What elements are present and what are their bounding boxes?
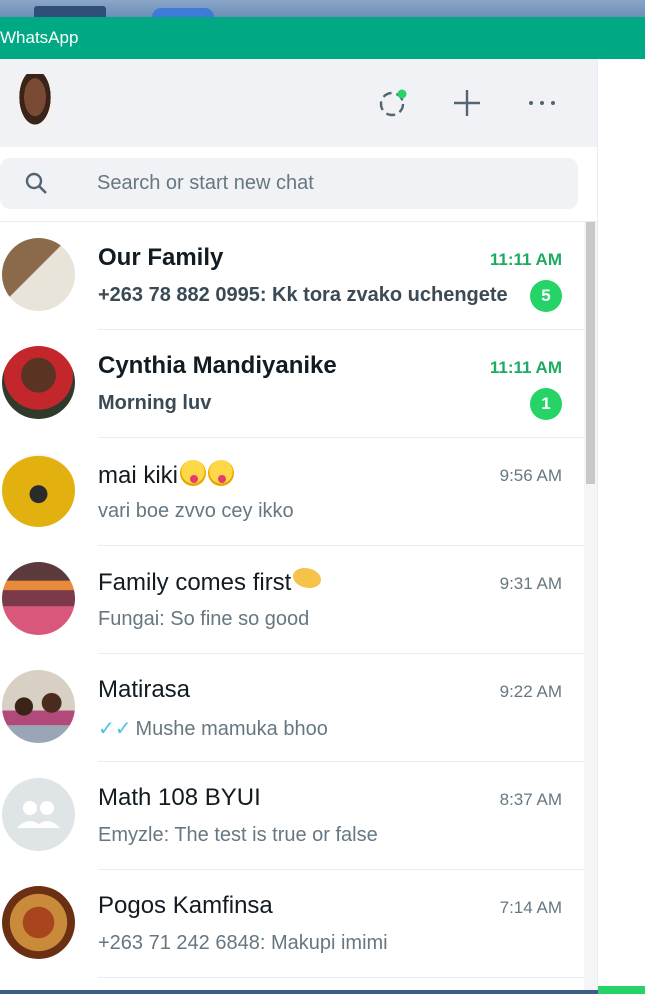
desktop-background [0, 0, 645, 17]
divider [98, 977, 584, 978]
search-box[interactable] [0, 158, 578, 209]
chat-last-message: +263 78 882 0995: Kk tora zvako uchenget… [98, 284, 508, 306]
chat-time: 11:11 AM [489, 250, 562, 269]
chat-time: 9:22 AM [499, 682, 562, 701]
unread-badge: 5 [530, 280, 562, 312]
status-icon[interactable] [374, 85, 410, 121]
chat-time: 9:56 AM [499, 466, 562, 485]
search-bar [0, 147, 597, 222]
chat-last-message: vari boe zvvo cey ikko [98, 500, 294, 522]
chat-last-message: Emyzle: The test is true or false [98, 824, 378, 846]
search-input[interactable] [97, 158, 557, 209]
new-chat-icon[interactable] [449, 85, 485, 121]
chat-name: Pogos Kamfinsa [98, 892, 273, 919]
chat-time: 7:14 AM [499, 898, 562, 917]
chat-row-matirasa[interactable]: Matirasa 9:22 AM ✓✓ Mushe mamuka bhoo [0, 654, 584, 762]
chat-last-message-text: Mushe mamuka bhoo [135, 718, 328, 740]
chat-name: Cynthia Mandiyanike [98, 352, 337, 379]
read-ticks-icon: ✓✓ [98, 718, 132, 740]
chat-name-text: mai kiki [98, 462, 179, 489]
chat-row-mai-kiki[interactable]: mai kiki 9:56 AM vari boe zvvo cey ikko [0, 438, 584, 546]
chat-list-pane: Our Family 11:11 AM +263 78 882 0995: Kk… [0, 59, 597, 994]
chat-list-header [0, 59, 597, 147]
profile-avatar[interactable] [15, 74, 55, 132]
handshake-emoji-icon [293, 568, 322, 588]
chat-avatar [2, 346, 75, 419]
chat-last-message: +263 71 242 6848: Makupi imimi [98, 932, 388, 954]
zany-face-emoji-icon [208, 460, 235, 486]
taskbar-edge [0, 990, 645, 994]
chat-avatar [2, 886, 75, 959]
default-group-icon [2, 778, 75, 851]
search-icon[interactable] [24, 171, 48, 200]
chat-last-message: Fungai: So fine so good [98, 608, 310, 630]
taskbar-thumbnail [152, 8, 214, 17]
chat-row-family-comes-first[interactable]: Family comes first 9:31 AM Fungai: So fi… [0, 546, 584, 654]
window-title: WhatsApp [0, 28, 79, 47]
chat-name: Math 108 BYUI [98, 784, 261, 811]
conversation-pane [597, 59, 645, 994]
chat-name: Family comes first [98, 568, 322, 597]
chat-avatar [2, 562, 75, 635]
chat-last-message: Morning luv [98, 392, 212, 414]
zany-face-emoji-icon [180, 460, 207, 486]
chat-list: Our Family 11:11 AM +263 78 882 0995: Kk… [0, 222, 584, 978]
chat-row-pogos-kamfinsa[interactable]: Pogos Kamfinsa 7:14 AM +263 71 242 6848:… [0, 870, 584, 978]
chat-row-math-108-byui[interactable]: Math 108 BYUI 8:37 AM Emyzle: The test i… [0, 762, 584, 870]
chat-avatar [2, 670, 75, 743]
chat-name-text: Family comes first [98, 569, 292, 596]
taskbar-thumbnail [34, 6, 106, 17]
chat-row-cynthia-mandiyanike[interactable]: Cynthia Mandiyanike 11:11 AM Morning luv… [0, 330, 584, 438]
window-titlebar[interactable]: WhatsApp [0, 17, 645, 59]
chat-avatar [2, 238, 75, 311]
scrollbar[interactable] [584, 222, 597, 994]
chat-row-our-family[interactable]: Our Family 11:11 AM +263 78 882 0995: Kk… [0, 222, 584, 330]
chat-name: Our Family [98, 244, 224, 271]
taskbar-accent [598, 986, 645, 994]
chat-name: Matirasa [98, 676, 191, 703]
chat-time: 8:37 AM [499, 790, 562, 809]
chat-time: 9:31 AM [499, 574, 562, 593]
chat-avatar [2, 454, 75, 527]
menu-icon[interactable] [524, 85, 560, 121]
chat-time: 11:11 AM [489, 358, 562, 377]
scrollbar-thumb[interactable] [586, 222, 595, 484]
chat-name: mai kiki [98, 460, 235, 490]
chat-last-message: ✓✓ Mushe mamuka bhoo [98, 716, 328, 741]
unread-badge: 1 [530, 388, 562, 420]
